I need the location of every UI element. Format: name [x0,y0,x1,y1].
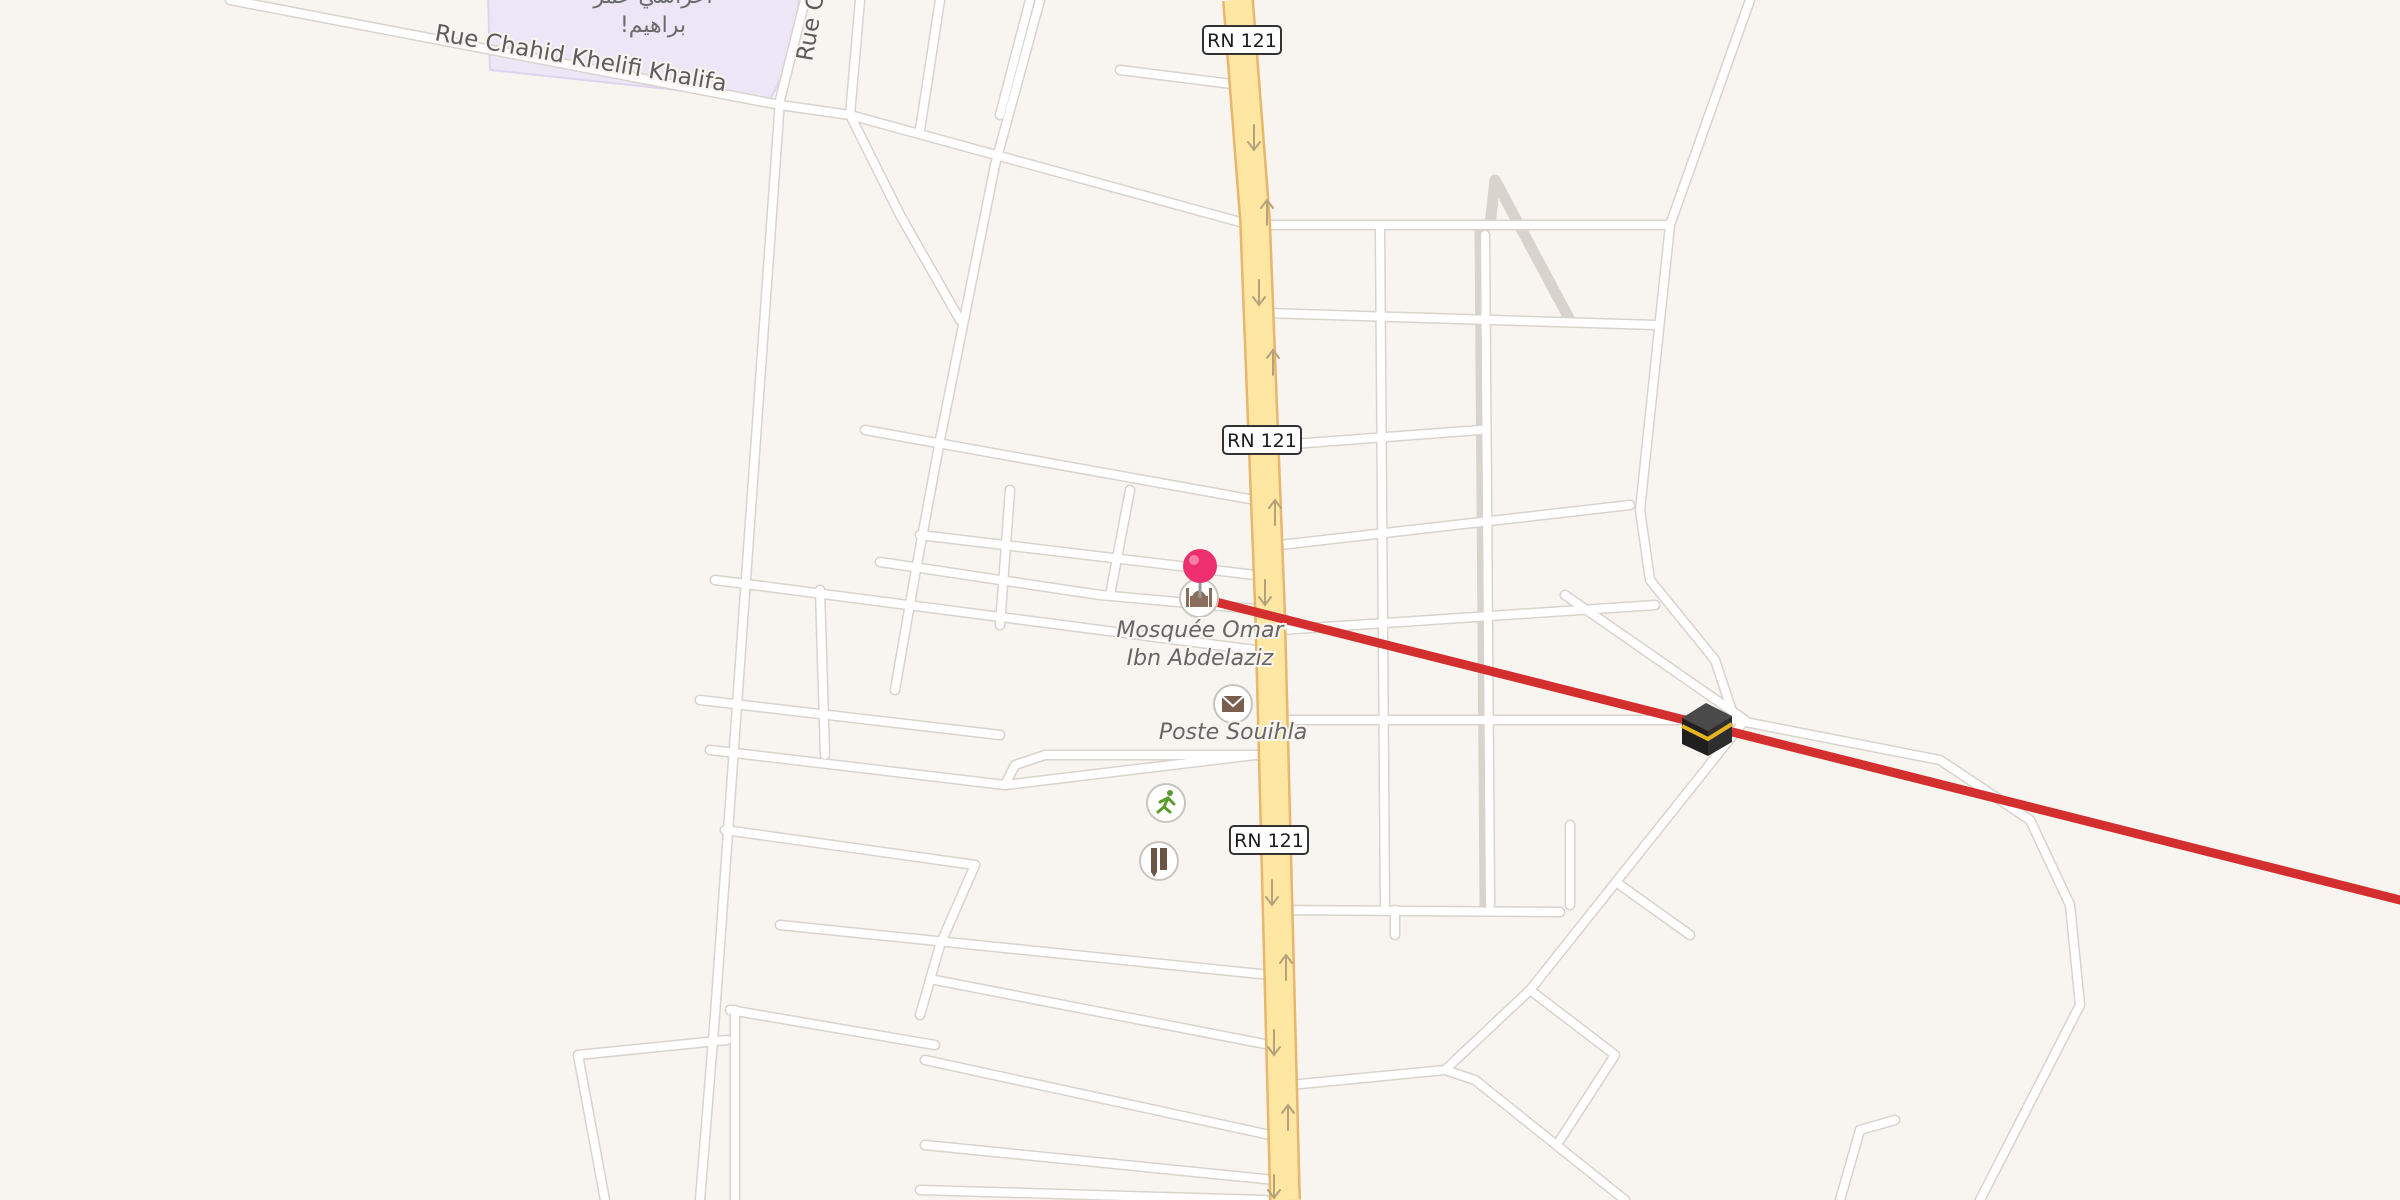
minor-roads [226,0,2084,1200]
map-canvas[interactable]: Rue Chahid Khelifi Khalifa Rue C اعراسي … [0,0,2400,1200]
road-shield-rn121: RN 121 [1222,425,1302,455]
post-office-label: Poste Souihla [1159,720,1307,745]
mosque-label: Ibn Abdelaziz [1127,646,1274,671]
svg-text:RN 121: RN 121 [1227,430,1297,452]
school-poi[interactable] [1139,841,1179,881]
sport-poi[interactable] [1146,783,1186,823]
post-office-poi[interactable] [1213,684,1253,724]
road-shield-rn121: RN 121 [1202,25,1282,55]
area-label-line2: !براهيم [620,13,686,38]
area-label-line1: اعراسي عمر [592,0,712,9]
envelope-icon [1221,695,1245,712]
svg-text:RN 121: RN 121 [1207,30,1277,52]
mosque-label: Mosquée Omar [1116,618,1285,643]
road-shield-rn121: RN 121 [1229,825,1309,855]
svg-text:RN 121: RN 121 [1234,830,1304,852]
